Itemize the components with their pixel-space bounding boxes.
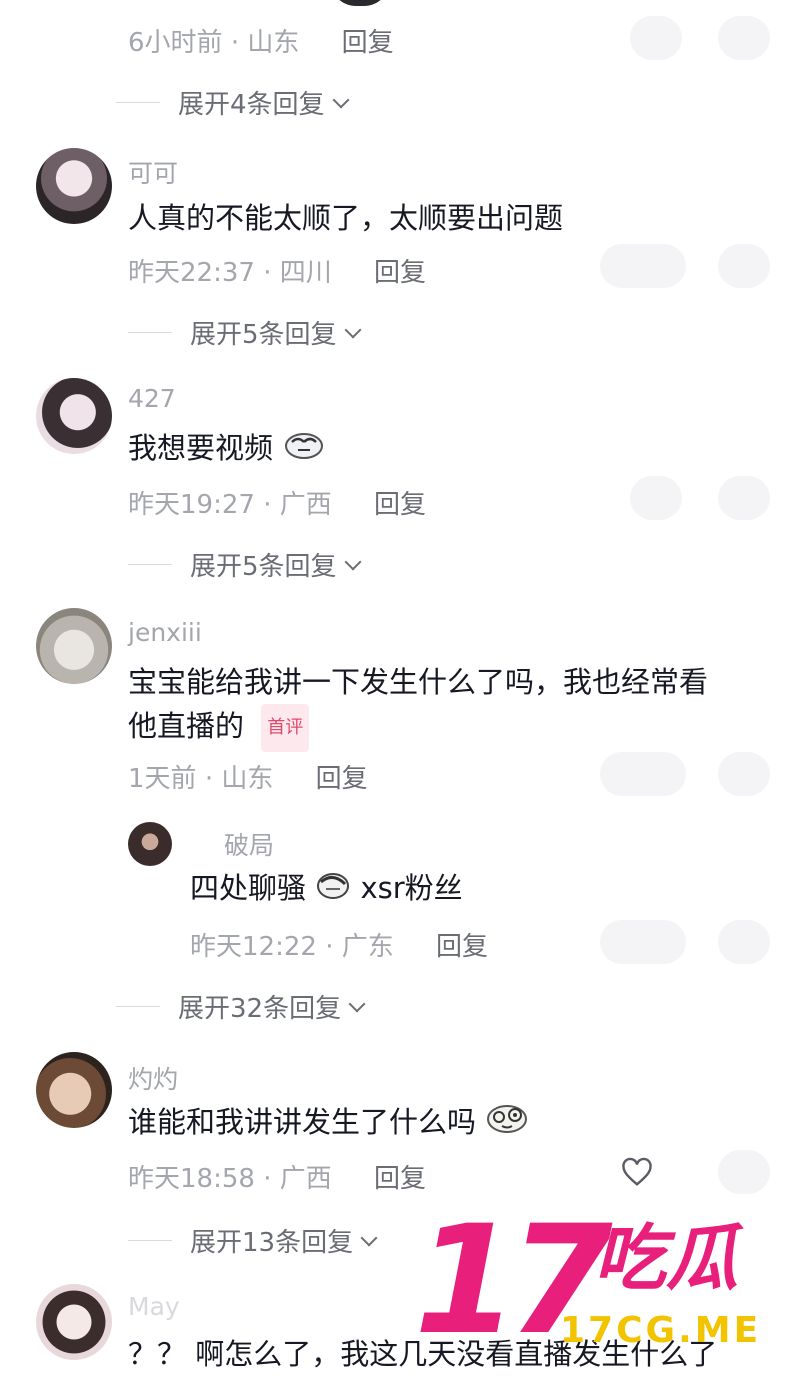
comment-time: 昨天22:37: [128, 258, 255, 288]
like-button-ghost[interactable]: [600, 752, 686, 796]
reply-text: 四处聊骚 xsr粉丝: [190, 866, 463, 912]
separator: ·: [263, 1164, 272, 1194]
comment-text-line1: 宝宝能给我讲一下发生什么了吗，我也经常看: [128, 665, 709, 699]
comment-meta: 昨天18:58 · 广西 回复: [128, 1158, 426, 1195]
comment-username[interactable]: 可可: [128, 154, 178, 190]
reply-time: 昨天12:22: [190, 932, 317, 962]
comment-time: 6小时前: [128, 28, 223, 58]
reply-region: 广东: [341, 932, 394, 962]
expand-replies-label: 展开4条回复: [178, 90, 325, 120]
expand-replies-button[interactable]: 展开5条回复: [128, 314, 362, 351]
comment-text-content: 他直播的: [128, 709, 245, 743]
comment-meta: 昨天22:37 · 四川 回复: [128, 252, 426, 289]
like-button-ghost[interactable]: [600, 244, 686, 288]
reply-text-part-a: 四处聊骚: [190, 871, 307, 905]
watermark-chars: 吃瓜: [594, 1216, 739, 1300]
reply-text-part-b: xsr粉丝: [360, 871, 463, 905]
reply-username[interactable]: 破局: [224, 826, 274, 862]
avatar[interactable]: [128, 822, 172, 866]
like-button-ghost[interactable]: [630, 476, 682, 520]
dislike-button-ghost[interactable]: [718, 920, 770, 964]
comment-text-line2: 他直播的 首评: [128, 704, 310, 752]
expand-replies-button[interactable]: 展开4条回复: [116, 84, 350, 121]
comment-username[interactable]: jenxiii: [128, 618, 202, 647]
avatar[interactable]: [36, 148, 112, 224]
comment-meta: 1天前 · 山东 回复: [128, 758, 368, 795]
comment-region: 广西: [279, 490, 332, 520]
comment-text: 谁能和我讲讲发生了什么吗: [128, 1100, 529, 1146]
reply-button[interactable]: 回复: [374, 258, 426, 288]
dislike-button-ghost[interactable]: [718, 16, 770, 60]
separator: ·: [263, 490, 272, 520]
divider: [128, 1240, 172, 1241]
comment-region: 山东: [221, 764, 274, 794]
reply-meta: 昨天12:22 · 广东 回复: [190, 926, 488, 963]
crying-emoji-icon: [282, 428, 326, 472]
chevron-down-icon: [344, 321, 362, 338]
avatar[interactable]: [36, 1284, 112, 1360]
comment-text-content: 谁能和我讲讲发生了什么吗: [128, 1105, 477, 1139]
comment-region: 广西: [279, 1164, 332, 1194]
expand-replies-label: 展开13条回复: [190, 1228, 354, 1258]
expand-replies-label: 展开32条回复: [178, 994, 342, 1024]
expand-replies-button[interactable]: 展开5条回复: [128, 546, 362, 583]
dislike-button-ghost[interactable]: [718, 244, 770, 288]
divider: [116, 102, 160, 103]
avatar[interactable]: [36, 608, 112, 684]
separator: ·: [325, 932, 334, 962]
comment-time: 1天前: [128, 764, 197, 794]
reply-button[interactable]: 回复: [374, 490, 426, 520]
comment-region: 四川: [279, 258, 332, 288]
chevron-down-icon: [360, 1229, 378, 1246]
separator: ·: [263, 258, 272, 288]
watermark-logo: 17 吃瓜 17CG.ME: [414, 1196, 774, 1374]
chevron-down-icon: [348, 995, 366, 1012]
expand-replies-label: 展开5条回复: [190, 320, 337, 350]
comment-meta: 6小时前 · 山东 回复: [128, 22, 394, 59]
reply-button[interactable]: 回复: [436, 932, 488, 962]
heart-icon[interactable]: [620, 1156, 654, 1190]
expand-replies-button[interactable]: 展开32条回复: [116, 988, 366, 1025]
reply-button[interactable]: 回复: [316, 764, 368, 794]
comment-time: 昨天19:27: [128, 490, 255, 520]
divider: [116, 1006, 160, 1007]
comment-username[interactable]: 427: [128, 384, 176, 413]
avatar[interactable]: [36, 1052, 112, 1128]
dizzy-emoji-icon: [485, 1102, 529, 1146]
expand-replies-label: 展开5条回复: [190, 552, 337, 582]
watermark-domain: 17CG.ME: [560, 1310, 762, 1351]
separator: ·: [204, 764, 214, 794]
reply-button[interactable]: 回复: [342, 28, 394, 58]
separator: ·: [230, 28, 240, 58]
chevron-down-icon: [332, 91, 350, 108]
like-button-ghost[interactable]: [630, 16, 682, 60]
comment-username[interactable]: May: [128, 1292, 180, 1321]
comment-text: 人真的不能太顺了，太顺要出问题: [128, 201, 564, 235]
dislike-button-ghost[interactable]: [718, 476, 770, 520]
comment-time: 昨天18:58: [128, 1164, 255, 1194]
comment-meta: 昨天19:27 · 广西 回复: [128, 484, 426, 521]
chevron-down-icon: [344, 553, 362, 570]
reply-button[interactable]: 回复: [374, 1164, 426, 1194]
facepalm-emoji-icon: [315, 868, 351, 912]
like-button-ghost[interactable]: [600, 920, 686, 964]
comment-text-content: 我想要视频: [128, 431, 274, 465]
comment-region: 山东: [247, 28, 300, 58]
dislike-button-ghost[interactable]: [718, 1150, 770, 1194]
divider: [128, 332, 172, 333]
expand-replies-button[interactable]: 展开13条回复: [128, 1222, 378, 1259]
comment-partial-avatar: [330, 0, 390, 6]
dislike-button-ghost[interactable]: [718, 752, 770, 796]
first-comment-badge: 首评: [261, 704, 310, 752]
comment-username[interactable]: 灼灼: [128, 1060, 178, 1096]
avatar[interactable]: [36, 378, 112, 454]
divider: [128, 564, 172, 565]
comment-text: 我想要视频: [128, 426, 326, 472]
